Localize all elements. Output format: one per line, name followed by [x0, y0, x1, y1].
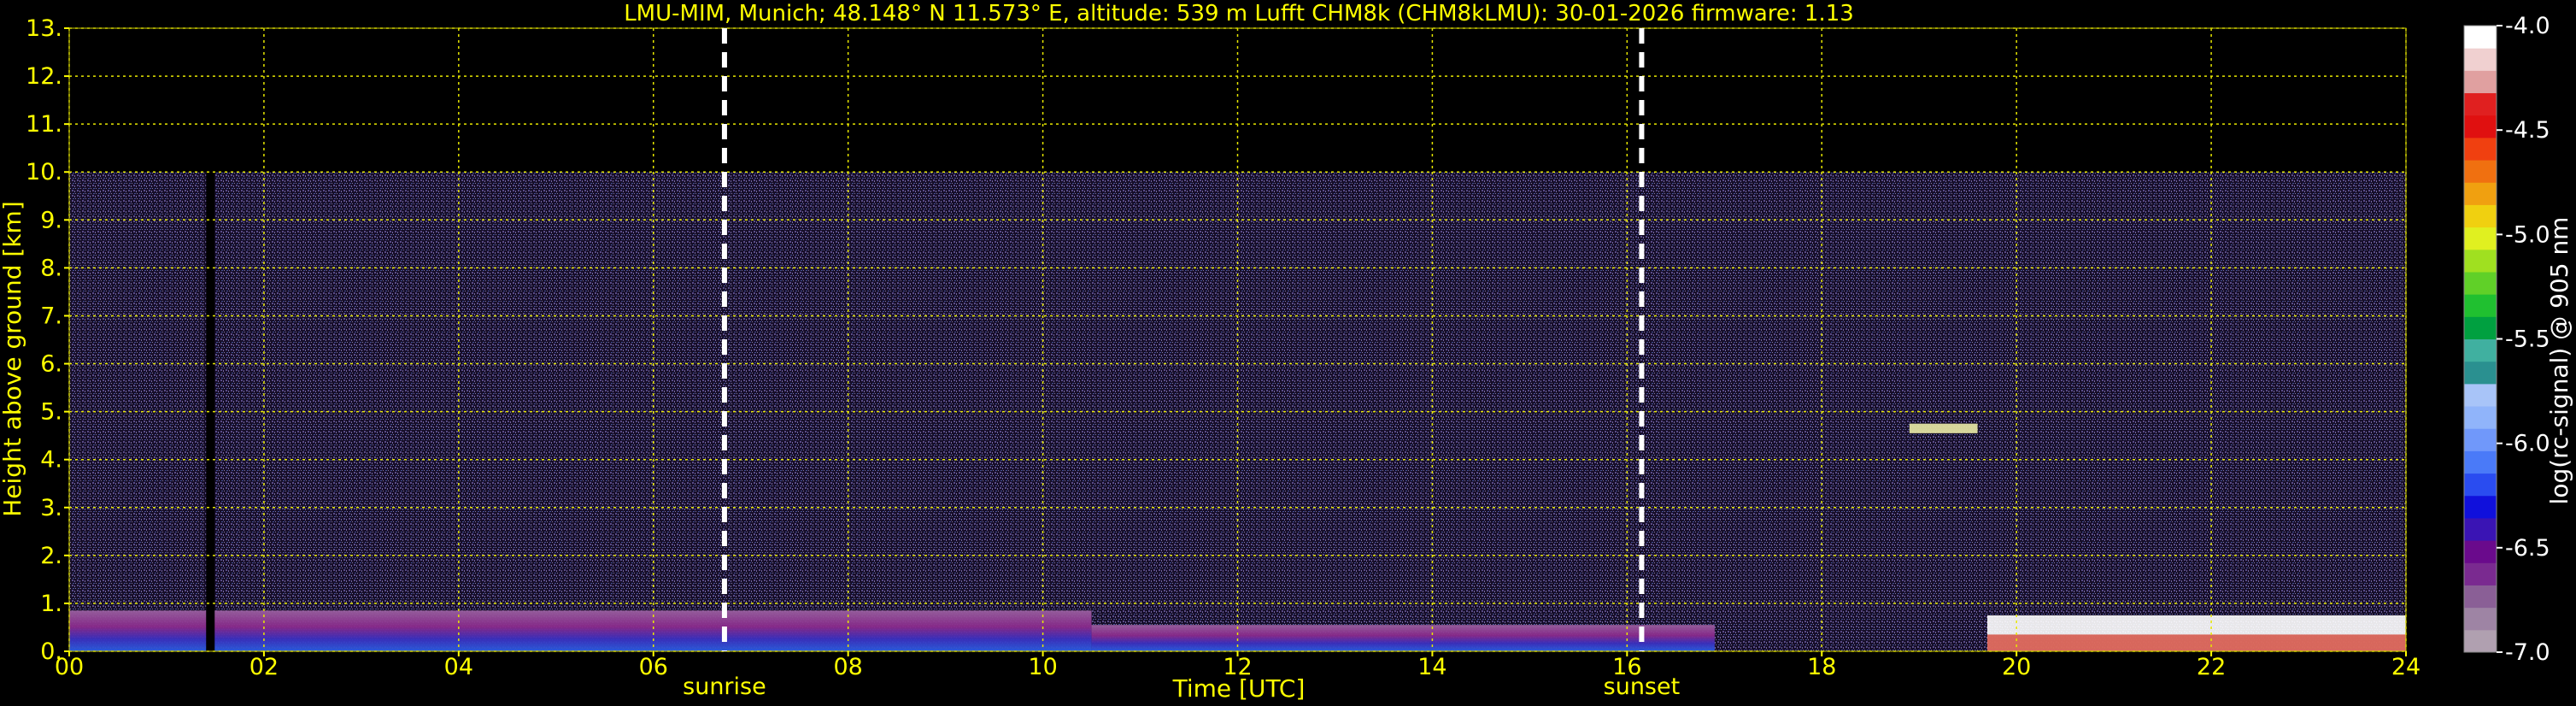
x-tick-label: 10 [1028, 654, 1057, 680]
colorbar-segment [2464, 26, 2497, 49]
signal-layer-1 [69, 610, 1092, 651]
y-tick-label: 6. [40, 351, 62, 378]
x-tick-label: 18 [1807, 654, 1836, 680]
x-tick-label: 14 [1417, 654, 1446, 680]
colorbar-segment [2464, 361, 2497, 385]
y-tick-label: 4. [40, 447, 62, 474]
colorbar-tick-label: -6.0 [2505, 431, 2550, 457]
y-tick-label: 0. [40, 638, 62, 665]
colorbar-segment [2464, 204, 2497, 228]
colorbar-tick-label: -5.0 [2505, 221, 2550, 248]
colorbar-segment [2464, 338, 2497, 362]
colorbar-segment [2464, 406, 2497, 429]
x-tick-label: 20 [2002, 654, 2031, 680]
colorbar-segment [2464, 160, 2497, 183]
x-axis-label: Time [UTC] [1172, 674, 1306, 703]
y-tick-label: 13. [26, 15, 62, 42]
colorbar-tick-label: -4.0 [2505, 13, 2550, 39]
colorbar-segment [2464, 495, 2497, 519]
x-tick-label: 24 [2391, 654, 2421, 680]
x-tick-label: 22 [2197, 654, 2226, 680]
colorbar-segment [2464, 48, 2497, 71]
x-tick-label: 04 [444, 654, 473, 680]
chart-title: LMU-MIM, Munich; 48.148° N 11.573° E, al… [624, 1, 1854, 26]
colorbar-segment [2464, 92, 2497, 116]
colorbar-segment [2464, 316, 2497, 339]
y-tick-label: 10. [26, 159, 62, 185]
colorbar-segment [2464, 182, 2497, 205]
ceilometer-chart: LMU-MIM, Munich; 48.148° N 11.573° E, al… [0, 1, 2573, 703]
signal-layer-2 [1091, 625, 1715, 651]
colorbar-segment [2464, 517, 2497, 541]
colorbar-segment [2464, 271, 2497, 295]
y-tick-label: 2. [40, 543, 62, 569]
colorbar-segment [2464, 249, 2497, 273]
y-tick-label: 11. [26, 111, 62, 138]
y-tick-label: 7. [40, 303, 62, 329]
colorbar-label: log(rc-signal) @ 905 nm [2545, 217, 2573, 505]
colorbar-segment [2464, 562, 2497, 585]
y-tick-label: 1. [40, 591, 62, 617]
y-tick-label: 9. [40, 207, 62, 233]
colorbar-segment [2464, 450, 2497, 474]
signal-layer-4 [1909, 423, 1978, 433]
y-tick-label: 12. [26, 63, 62, 90]
colorbar-tick-label: -6.5 [2505, 535, 2550, 562]
colorbar-segment [2464, 383, 2497, 407]
y-tick-label: 3. [40, 495, 62, 521]
cloud-core [1986, 634, 2406, 651]
y-axis-ticks: 0. 1. 2. 3. 4. 5. 6. 7. 8. 9. 10. 11. 12. 13. [26, 15, 69, 665]
colorbar-segment [2464, 115, 2497, 138]
colorbar-tick-label: -7.0 [2505, 639, 2550, 666]
event-label-sunrise: sunrise [683, 674, 766, 700]
colorbar-segment [2464, 629, 2497, 653]
colorbar-tick-label: -5.5 [2505, 327, 2550, 353]
x-tick-label: 02 [249, 654, 279, 680]
colorbar-segment [2464, 70, 2497, 94]
colorbar-segment [2464, 607, 2497, 631]
colorbar-segment [2464, 227, 2497, 250]
x-tick-label: 08 [833, 654, 862, 680]
colorbar-segment [2464, 428, 2497, 451]
colorbar-tick-label: -4.5 [2505, 117, 2550, 144]
x-tick-label: 16 [1612, 654, 1641, 680]
y-tick-label: 5. [40, 399, 62, 426]
y-tick-label: 8. [40, 255, 62, 281]
colorbar-segment [2464, 137, 2497, 161]
colorbar-segment [2464, 540, 2497, 563]
colorbar-segment [2464, 585, 2497, 609]
colorbar-segment [2464, 294, 2497, 317]
colorbar: -4.0 -4.5 -5.0 -5.5 -6.0 -6.5 -7.0 [2463, 13, 2550, 666]
y-axis-label: Height above ground [km] [0, 201, 26, 517]
colorbar-segment [2464, 473, 2497, 497]
x-tick-label: 06 [639, 654, 668, 680]
